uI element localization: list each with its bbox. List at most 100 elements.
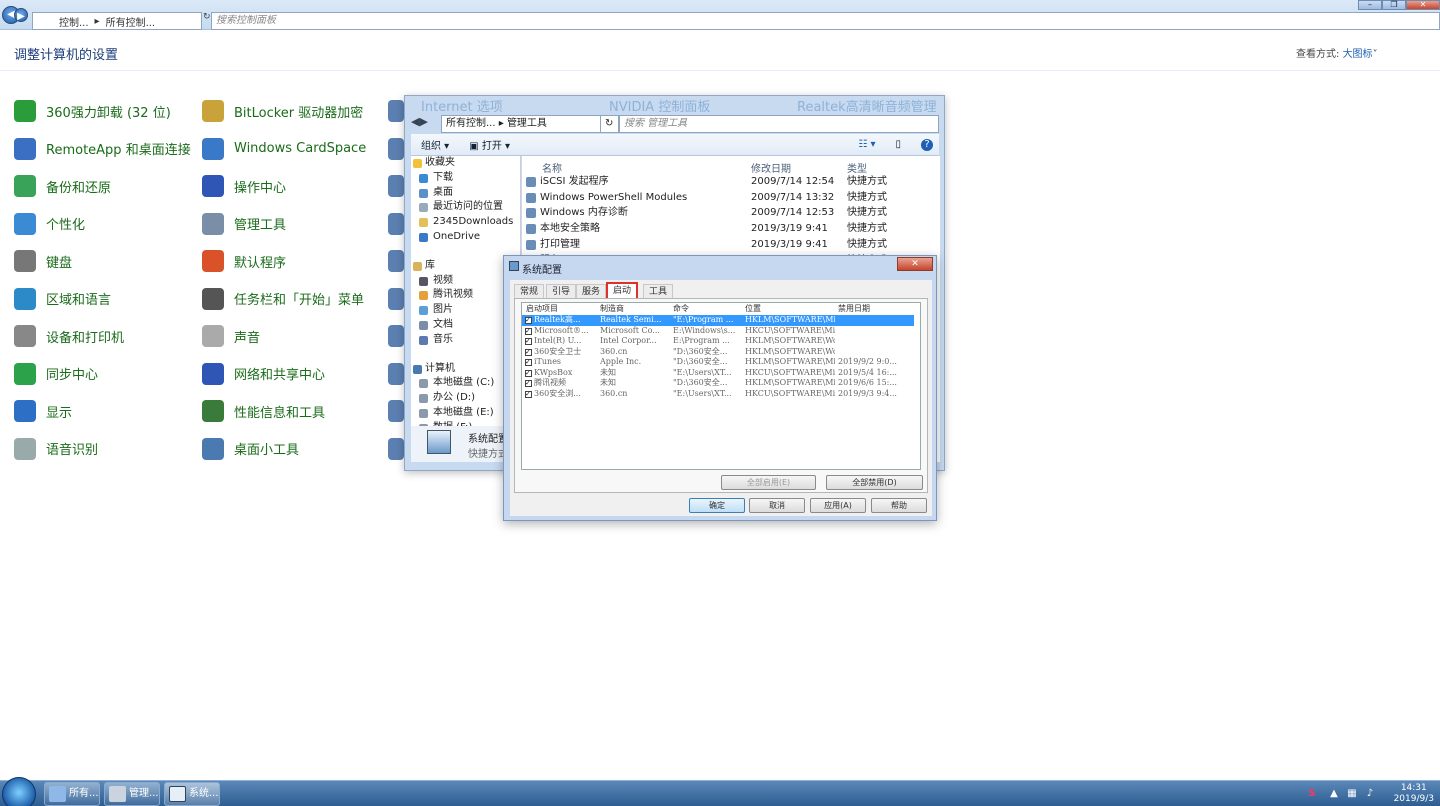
cp-item[interactable]: 同步中心 [14,362,98,386]
forward-icon[interactable]: ▶ [14,8,28,22]
column-header-date[interactable]: 修改日期 [751,160,791,175]
nav-item[interactable]: 桌面 [411,186,520,201]
control-panel-item-icon [202,137,224,160]
breadcrumb-item[interactable]: 管理工具 [507,118,547,129]
volume-icon[interactable]: ♪ [1364,788,1376,800]
cp-item[interactable]: Windows CardSpace [202,137,366,161]
cp-item[interactable]: 备份和还原 [14,174,111,198]
cp-item[interactable]: 默认程序 [202,249,286,273]
startup-row[interactable]: ✓ Microsoft®... Microsoft Co... E:\Windows\… [522,326,914,337]
disable-all-button[interactable]: 全部禁用(D) [826,475,923,490]
file-row[interactable]: Windows PowerShell Modules 2009/7/14 13:3… [522,190,940,206]
show-hidden-icons-icon[interactable]: ▲ [1328,788,1340,800]
address-bar[interactable]: 控制... ▸ 所有控制... [32,12,202,30]
apply-button[interactable]: 应用(A) [810,498,866,513]
nav-favorites[interactable]: 收藏夹 [411,156,520,171]
file-row[interactable]: iSCSI 发起程序 2009/7/14 12:54 快捷方式 [522,174,940,190]
sogou-ime-icon[interactable]: S [1306,788,1318,800]
cp-item[interactable]: 网络和共享中心 [202,362,325,386]
startup-row[interactable]: ✓ 腾讯视频 未知 "D:\360安全... HKLM\SOFTWARE\Mi... 20… [522,378,914,389]
taskbar-button-admin-tools[interactable]: 管理... [104,782,160,806]
file-row[interactable]: 打印管理 2019/3/19 9:41 快捷方式 [522,237,940,253]
cp-item[interactable]: 360强力卸载 (32 位) [14,99,171,123]
open-button[interactable]: ▣ 打开 ▾ [469,137,510,152]
clock[interactable]: 14:31 2019/9/3 [1394,783,1434,805]
file-date: 2019/3/19 9:41 [751,238,828,250]
close-button[interactable]: ✕ [1406,0,1440,10]
nav-item[interactable]: 下载 [411,171,520,186]
nav-item[interactable]: 2345Downloads [411,215,520,230]
control-panel-item-icon [14,287,36,310]
nav-item-icon [419,408,428,418]
cp-item[interactable]: 显示 [14,399,72,423]
enable-all-button[interactable]: 全部启用(E) [721,475,816,490]
column-header-name[interactable]: 名称 [542,160,562,175]
minimize-button[interactable]: – [1358,0,1382,10]
cp-item[interactable]: BitLocker 驱动器加密 [202,99,363,123]
view-mode-link[interactable]: 大图标 [1343,49,1373,60]
preview-pane-icon[interactable]: ▯ [895,139,901,150]
tab-tools[interactable]: 工具 [643,284,674,298]
column-header-maker[interactable]: 制造商 [600,303,624,314]
organize-button[interactable]: 组织 ▾ [421,137,449,152]
tab-services[interactable]: 服务 [576,284,607,298]
startup-item: Microsoft®... [534,325,589,335]
breadcrumb-item[interactable]: 控制... [59,14,89,29]
cp-item[interactable]: 性能信息和工具 [202,399,325,423]
startup-row[interactable]: ✓ Realtek高... Realtek Semi... "E:\Program .… [522,315,914,326]
file-row[interactable]: 本地安全策略 2019/3/19 9:41 快捷方式 [522,221,940,237]
cp-item[interactable]: 桌面小工具 [202,437,299,461]
cp-item[interactable]: 语音识别 [14,437,98,461]
column-header-location[interactable]: 位置 [745,303,761,314]
cp-item[interactable]: 键盘 [14,249,72,273]
breadcrumb-item[interactable]: 所有控制... [106,14,156,29]
explorer-search-input[interactable]: 搜索 管理工具 [619,115,939,133]
cp-item-realtek[interactable]: Realtek高清晰音频管理器 [797,96,944,112]
view-selector[interactable]: 查看方式: 大图标˅ [1296,45,1378,60]
refresh-icon[interactable]: ↻ [601,115,619,133]
refresh-icon[interactable]: ↻ [203,12,211,30]
cp-item[interactable]: 管理工具 [202,212,286,236]
control-panel-item-icon [388,175,404,197]
nav-item[interactable]: 最近访问的位置 [411,200,520,215]
cp-item-nvidia[interactable]: NVIDIA 控制面板 [609,96,710,112]
column-header-type[interactable]: 类型 [847,160,867,175]
network-icon[interactable]: ▦ [1346,788,1358,800]
taskbar-button-control-panel[interactable]: 所有... [44,782,100,806]
ok-button[interactable]: 确定 [689,498,745,513]
cancel-button[interactable]: 取消 [749,498,805,513]
cp-item[interactable]: RemoteApp 和桌面连接 [14,137,191,161]
control-panel-item-icon [388,287,404,310]
explorer-address-bar[interactable]: 所有控制... ▸ 管理工具 [441,115,601,133]
cp-item-internet-options[interactable]: Internet 选项 [421,96,503,112]
close-button[interactable]: ✕ [897,257,933,271]
cp-item[interactable]: 操作中心 [202,174,286,198]
file-row[interactable]: Windows 内存诊断 2009/7/14 12:53 快捷方式 [522,205,940,221]
tab-startup[interactable]: 启动 [606,282,639,298]
search-input[interactable]: 搜索控制面板 [211,12,1440,30]
startup-row[interactable]: ✓ 360安全浏... 360.cn "E:\Users\XT... HKCU\SOFT… [522,389,914,400]
cp-item[interactable]: 设备和打印机 [14,324,124,348]
view-options-icon[interactable]: ☷ ▾ [858,139,875,150]
startup-row[interactable]: ✓ KWpsBox 未知 "E:\Users\XT... HKCU\SOFTWARE\M… [522,368,914,379]
help-button[interactable]: 帮助 [871,498,927,513]
cp-item[interactable]: 区域和语言 [14,287,111,311]
startup-row[interactable]: ✓ iTunes Apple Inc. "D:\360安全... HKLM\SOFTWA… [522,357,914,368]
cp-item[interactable]: 声音 [202,324,260,348]
column-header-item[interactable]: 启动项目 [526,303,558,314]
cp-item[interactable]: 个性化 [14,212,85,236]
maximize-button[interactable]: ❐ [1382,0,1406,10]
start-button[interactable] [2,777,36,806]
help-icon[interactable]: ? [921,138,933,151]
column-header-command[interactable]: 命令 [673,303,689,314]
tab-general[interactable]: 常规 [514,284,545,298]
taskbar-button-msconfig[interactable]: 系统... [164,782,220,806]
startup-row[interactable]: ✓ Intel(R) U... Intel Corpor... E:\Program … [522,336,914,347]
tab-boot[interactable]: 引导 [546,284,577,298]
breadcrumb-item[interactable]: 所有控制... [446,118,496,129]
back-forward-icon[interactable]: ◀▶ [411,115,441,133]
cp-item[interactable]: 任务栏和「开始」菜单 [202,287,364,311]
startup-row[interactable]: ✓ 360安全卫士 360.cn "D:\360安全... HKLM\SOFTWARE\… [522,347,914,358]
nav-item[interactable]: OneDrive [411,230,520,245]
column-header-disabled-date[interactable]: 禁用日期 [838,303,870,314]
